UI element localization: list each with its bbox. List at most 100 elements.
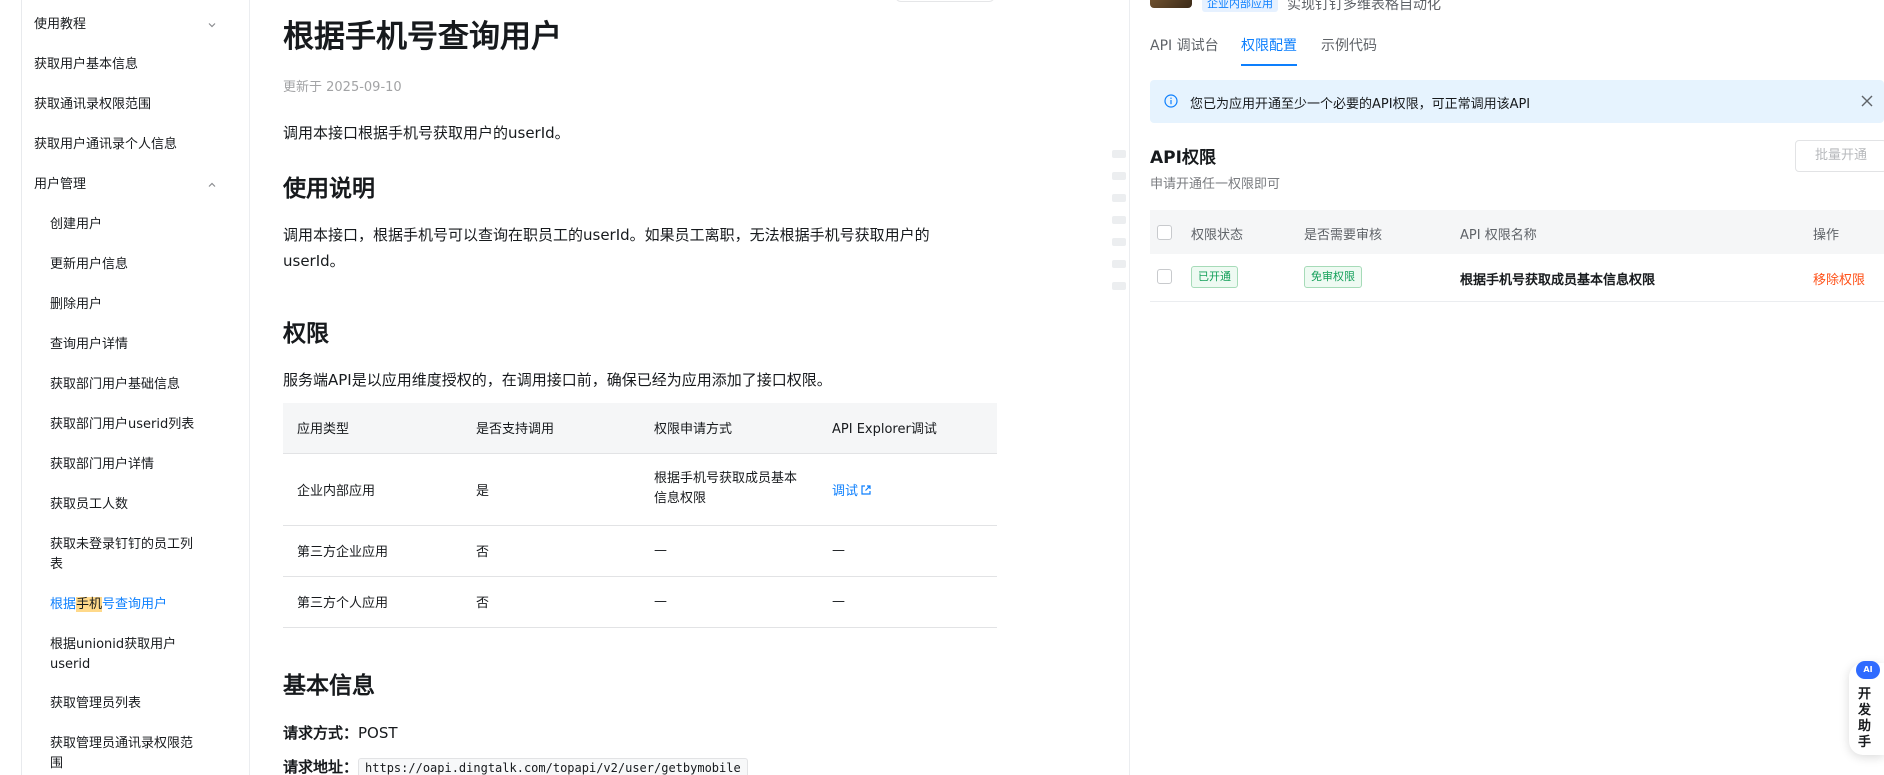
sidebar-item-user-management[interactable]: 用户管理 (34, 175, 234, 195)
sidebar-item-contact-scope[interactable]: 获取通讯录权限范围 (34, 95, 234, 115)
notice-text: 您已为应用开通至少一个必要的API权限，可正常调用该API (1190, 97, 1531, 112)
sidebar-item-get-by-unionid[interactable]: 根据unionid获取用户userid (50, 635, 200, 675)
sidebar-item-label: 获取部门用户详情 (50, 457, 155, 472)
table-cell: — (818, 525, 997, 577)
sidebar-item-admin-contact-scope[interactable]: 获取管理员通讯录权限范围 (50, 734, 200, 774)
api-panel: 企业内部应用 实现钉钉多维表格自动化 API 调试台 权限配置 示例代码 您已为… (1129, 0, 1884, 775)
sidebar-rail (21, 0, 22, 775)
column-header: 应用类型 (283, 403, 462, 454)
app-type-badge: 企业内部应用 (1202, 0, 1278, 12)
sidebar-item-get-by-mobile[interactable]: 根据手机号查询用户 (50, 595, 200, 615)
tab-api-console[interactable]: API 调试台 (1150, 36, 1219, 66)
sidebar-item-label: 查询用户详情 (50, 337, 129, 352)
batch-enable-button[interactable]: 批量开通 (1795, 140, 1884, 172)
column-header: 权限状态 (1191, 228, 1244, 243)
ai-icon: AI (1856, 661, 1880, 679)
sidebar-item-label: 获取员工人数 (50, 497, 129, 512)
status-badge: 已开通 (1191, 266, 1238, 288)
table-cell: 第三方企业应用 (283, 525, 462, 577)
api-permission-subtitle: 申请开通任一权限即可 (1150, 177, 1281, 192)
sidebar-item-get-user-basic[interactable]: 获取用户基本信息 (34, 55, 234, 75)
sidebar-item-label: 获取用户基本信息 (34, 57, 139, 72)
sidebar-item-inactive-employees[interactable]: 获取未登录钉钉的员工列表 (50, 535, 200, 575)
sidebar-item-label: 获取未登录钉钉的员工列表 (50, 537, 194, 572)
table-row: 企业内部应用 是 根据手机号获取成员基本信息权限 调试 (283, 453, 997, 526)
sidebar-item-label: 获取用户通讯录个人信息 (34, 137, 178, 152)
sidebar-item-label: 更新用户信息 (50, 257, 129, 272)
request-method: 请求方式：POST (283, 722, 398, 743)
search-highlight: 手机 (76, 597, 103, 612)
select-all-checkbox[interactable] (1157, 225, 1172, 240)
sidebar-item-label: 获取部门用户userid列表 (50, 417, 195, 432)
sidebar-item-label: 获取管理员通讯录权限范围 (50, 736, 194, 771)
table-header-row: 权限状态 是否需要审核 API 权限名称 操作 (1150, 210, 1884, 254)
external-link-icon (861, 484, 871, 495)
sidebar-item-label: 根据手机号查询用户 (50, 597, 168, 612)
usage-heading: 使用说明 (283, 176, 375, 202)
request-method-label: 请求方式： (283, 724, 359, 742)
request-url-value[interactable]: https://oapi.dingtalk.com/topapi/v2/user… (358, 758, 748, 775)
permission-name: 根据手机号获取成员基本信息权限 (1460, 273, 1656, 288)
sidebar-item-label: 根据unionid获取用户userid (50, 637, 177, 672)
column-header: API Explorer调试 (818, 403, 997, 454)
row-checkbox[interactable] (1157, 269, 1172, 284)
sidebar-item-label: 使用教程 (34, 17, 87, 32)
column-header: API 权限名称 (1460, 228, 1537, 243)
info-icon (1164, 94, 1178, 108)
table-row: 已开通 免审权限 根据手机号获取成员基本信息权限 移除权限 (1150, 254, 1884, 302)
request-url-label: 请求地址： (283, 758, 359, 775)
basic-info-heading: 基本信息 (283, 673, 375, 699)
dev-assistant-label: 开发助手 (1858, 687, 1872, 750)
usage-text: 调用本接口，根据手机号可以查询在职员工的userId。如果员工离职，无法根据手机… (283, 226, 930, 270)
table-cell: 否 (462, 576, 640, 628)
sidebar-item-create-user[interactable]: 创建用户 (50, 215, 200, 235)
table-cell: 第三方个人应用 (283, 576, 462, 628)
app-name[interactable]: 实现钉钉多维表格自动化 (1287, 0, 1441, 14)
sidebar-item-label: 删除用户 (50, 297, 103, 312)
chevron-up-icon (208, 182, 216, 187)
chevron-down-icon (208, 23, 216, 28)
table-row: 第三方个人应用 否 — — (283, 576, 997, 628)
table-cell: 是 (462, 453, 640, 526)
table-cell: 根据手机号获取成员基本信息权限 (640, 453, 818, 526)
sidebar-item-dept-user-basic[interactable]: 获取部门用户基础信息 (50, 375, 200, 395)
app-avatar (1150, 0, 1192, 8)
column-header: 是否支持调用 (462, 403, 640, 454)
sidebar-item-update-user[interactable]: 更新用户信息 (50, 255, 200, 275)
sidebar-item-tutorial[interactable]: 使用教程 (34, 15, 234, 35)
tab-permission-config[interactable]: 权限配置 (1241, 36, 1297, 66)
sidebar-item-dept-userid-list[interactable]: 获取部门用户userid列表 (50, 415, 200, 435)
permission-heading: 权限 (283, 321, 329, 347)
sidebar-item-label: 获取管理员列表 (50, 696, 142, 711)
sidebar-item-dept-user-detail[interactable]: 获取部门用户详情 (50, 455, 200, 475)
sidebar-item-user-detail[interactable]: 查询用户详情 (50, 335, 200, 355)
sidebar-item-contact-personal[interactable]: 获取用户通讯录个人信息 (34, 135, 234, 155)
api-permission-title: API权限 (1150, 148, 1216, 168)
outline-minimap[interactable] (1112, 150, 1126, 304)
permission-text: 服务端API是以应用维度授权的，在调用接口前，确保已经为应用添加了接口权限。 (283, 371, 832, 389)
debug-link[interactable]: 调试 (818, 453, 997, 526)
table-cell: 企业内部应用 (283, 453, 462, 526)
request-method-value: POST (358, 724, 398, 742)
intro-text: 调用本接口根据手机号获取用户的userId。 (283, 124, 570, 142)
table-cell: 否 (462, 525, 640, 577)
column-header: 是否需要审核 (1304, 228, 1383, 243)
remove-permission-button[interactable]: 移除权限 (1813, 269, 1865, 288)
tab-sample-code[interactable]: 示例代码 (1321, 36, 1377, 66)
table-cell: — (818, 576, 997, 628)
page-title: 根据手机号查询用户 (283, 19, 562, 55)
sidebar-item-admin-list[interactable]: 获取管理员列表 (50, 694, 200, 714)
sidebar-item-label: 获取部门用户基础信息 (50, 377, 181, 392)
sidebar-item-delete-user[interactable]: 删除用户 (50, 295, 200, 315)
toolbar-button[interactable] (895, 0, 995, 2)
permission-table: 应用类型 是否支持调用 权限申请方式 API Explorer调试 企业内部应用… (283, 403, 997, 628)
sidebar-item-label: 获取通讯录权限范围 (34, 97, 152, 112)
sidebar-item-label: 用户管理 (34, 177, 87, 192)
table-cell: — (640, 576, 818, 628)
request-url: 请求地址： https://oapi.dingtalk.com/topapi/v2… (283, 756, 748, 775)
sidebar-nav: 使用教程 获取用户基本信息 获取通讯录权限范围 获取用户通讯录个人信息 用户管理… (0, 0, 250, 775)
dev-assistant-button[interactable]: AI 开发助手 (1849, 661, 1884, 755)
close-icon[interactable] (1860, 94, 1874, 108)
sidebar-item-employee-count[interactable]: 获取员工人数 (50, 495, 200, 515)
sidebar-item-label: 创建用户 (50, 217, 103, 232)
